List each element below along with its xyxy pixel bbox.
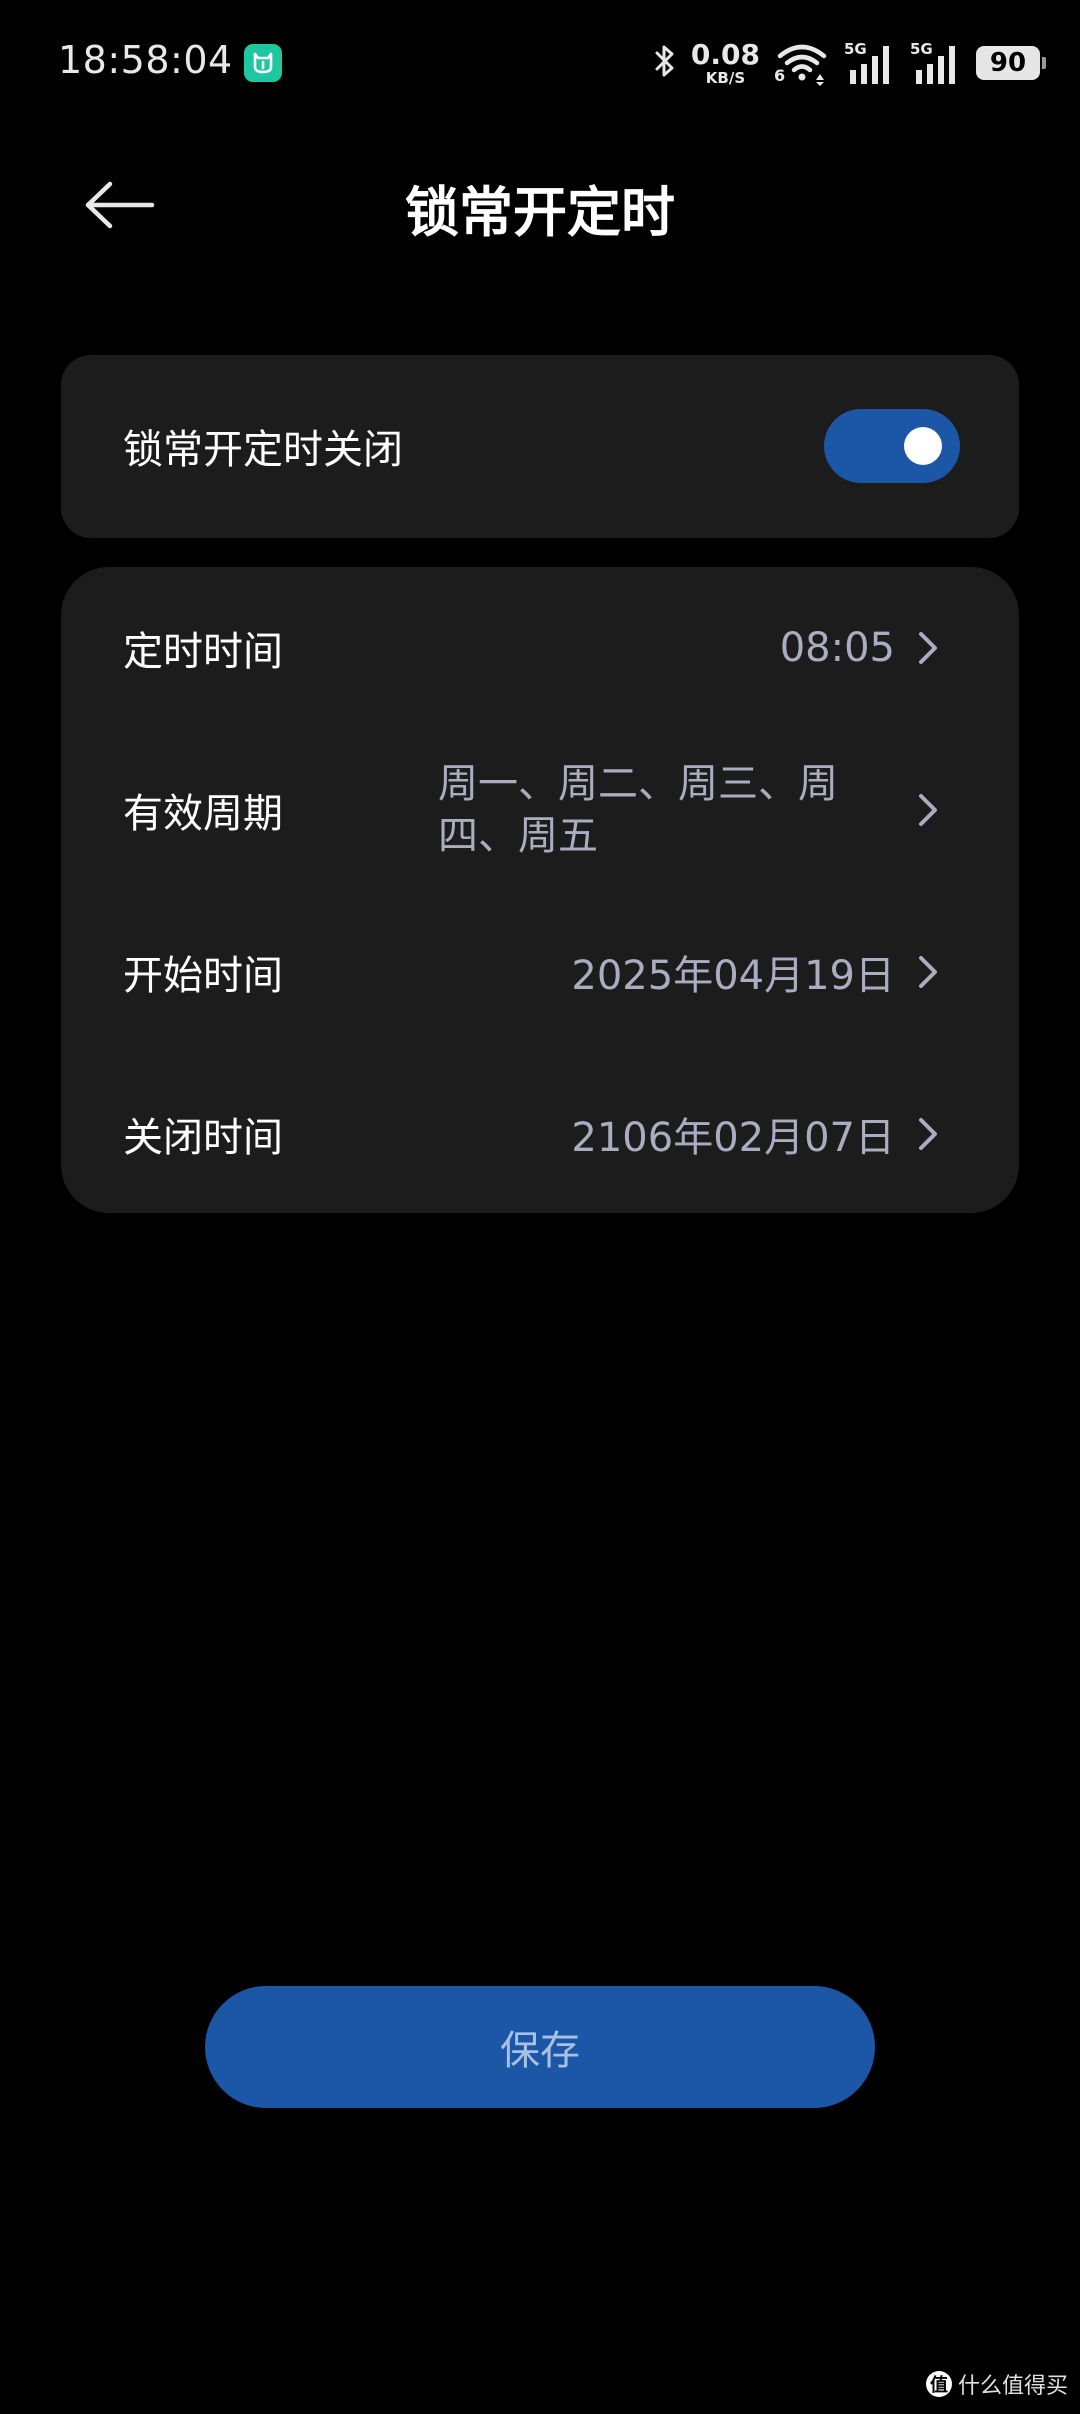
back-arrow-icon xyxy=(85,181,155,229)
lock-open-schedule-toggle-card: 锁常开定时关闭 xyxy=(61,355,1019,538)
schedule-settings-card: 定时时间 08:05 有效周期 周一、周二、周三、周四、周五 开始时间 2025… xyxy=(61,567,1019,1213)
chevron-right-icon xyxy=(919,632,937,664)
chevron-right-icon xyxy=(919,1118,937,1150)
network-speed-unit: KB/S xyxy=(705,68,746,87)
toggle-label: 锁常开定时关闭 xyxy=(123,427,403,473)
row-value: 2106年02月07日 xyxy=(571,1115,895,1161)
battery-icon: 90 xyxy=(976,46,1046,80)
row-label: 定时时间 xyxy=(123,629,283,675)
watermark: 值 什么值得买 xyxy=(925,2368,1068,2400)
status-indicators: 0.08 KB/S 6 5G 5G 90 xyxy=(653,37,1046,88)
back-button[interactable] xyxy=(82,172,158,238)
wifi-icon: 6 xyxy=(774,40,830,86)
chevron-right-icon xyxy=(919,794,937,826)
watermark-logo: 值 xyxy=(925,2371,952,2397)
mi-home-app-icon xyxy=(244,44,282,82)
network-speed-value: 0.08 xyxy=(690,37,760,71)
row-label: 关闭时间 xyxy=(123,1115,283,1161)
cellular-signal-sim2-icon: 5G xyxy=(910,40,962,86)
watermark-text: 什么值得买 xyxy=(957,2374,1068,2399)
row-value: 08:05 xyxy=(779,625,895,671)
save-button[interactable]: 保存 xyxy=(205,1986,875,2108)
row-start-date[interactable]: 开始时间 2025年04月19日 xyxy=(61,891,1019,1053)
status-time: 18:58:04 xyxy=(58,38,233,82)
row-end-date[interactable]: 关闭时间 2106年02月07日 xyxy=(61,1053,1019,1215)
row-schedule-time[interactable]: 定时时间 08:05 xyxy=(61,567,1019,729)
page-title: 锁常开定时 xyxy=(405,181,675,244)
cellular-signal-sim1-icon: 5G xyxy=(844,40,896,86)
row-value: 2025年04月19日 xyxy=(571,953,895,999)
row-value: 周一、周二、周三、周四、周五 xyxy=(438,761,838,859)
toggle-knob xyxy=(904,427,942,465)
row-label: 开始时间 xyxy=(123,953,283,999)
battery-level: 90 xyxy=(989,48,1027,78)
wifi-version-label: 6 xyxy=(774,66,786,85)
row-valid-period[interactable]: 有效周期 周一、周二、周三、周四、周五 xyxy=(61,729,1019,891)
lock-open-schedule-toggle[interactable] xyxy=(824,409,960,483)
row-label: 有效周期 xyxy=(123,791,283,837)
bluetooth-icon xyxy=(653,43,677,83)
chevron-right-icon xyxy=(919,956,937,988)
status-bar: 18:58:04 0.08 KB/S 6 5G 5G 90 xyxy=(0,0,1080,130)
network-speed: 0.08 KB/S xyxy=(690,37,760,87)
